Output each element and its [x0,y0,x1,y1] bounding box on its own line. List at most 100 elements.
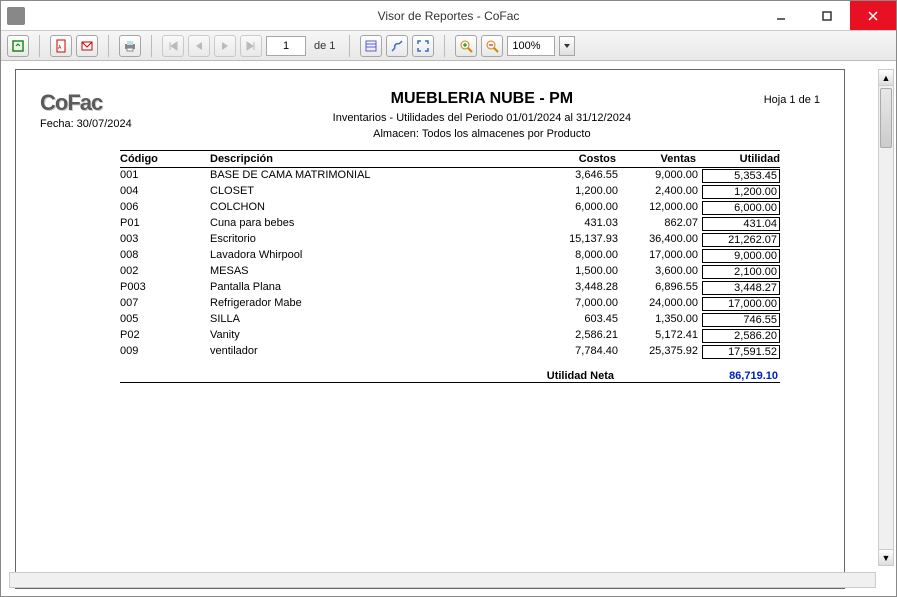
fullscreen-button[interactable] [412,35,434,57]
scroll-down-arrow[interactable]: ▼ [879,549,893,565]
cell-codigo: 004 [120,185,210,199]
cell-codigo: 006 [120,201,210,215]
pdf-icon: A [54,39,68,53]
app-icon [7,7,25,25]
cell-ventas: 862.07 [618,217,698,231]
table-row: 005SILLA603.451,350.00746.55 [120,312,780,328]
prev-icon [193,40,205,52]
zoom-in-icon [459,39,473,53]
minimize-icon [776,11,786,21]
zoom-input[interactable]: 100% [507,36,555,56]
cell-codigo: 005 [120,313,210,327]
print-button[interactable] [119,35,141,57]
window-buttons [758,1,896,30]
titlebar: Visor de Reportes - CoFac [1,1,896,31]
close-button[interactable] [850,1,896,30]
table-row: P003Pantalla Plana3,448.286,896.553,448.… [120,280,780,296]
company-name: MUEBLERIA NUBE - PM [200,90,764,108]
cell-costos: 3,448.28 [538,281,618,295]
cell-utilidad: 17,000.00 [702,297,780,311]
last-page-icon [245,40,257,52]
cofac-logo: CoFac [40,90,200,116]
cell-descripcion: Pantalla Plana [210,281,538,295]
cell-utilidad: 21,262.07 [702,233,780,247]
cell-utilidad: 746.55 [702,313,780,327]
net-row: Utilidad Neta 86,719.10 [120,370,780,383]
table-row: 002MESAS1,500.003,600.002,100.00 [120,264,780,280]
scroll-up-arrow[interactable]: ▲ [879,70,893,86]
cell-ventas: 24,000.00 [618,297,698,311]
report-subtitle: Inventarios - Utilidades del Periodo 01/… [200,112,764,124]
net-value: 86,719.10 [620,370,780,383]
cell-codigo: 001 [120,169,210,183]
header-costos: Costos [536,153,616,165]
cell-descripcion: Cuna para bebes [210,217,538,231]
cell-costos: 1,200.00 [538,185,618,199]
cell-ventas: 17,000.00 [618,249,698,263]
cell-codigo: 003 [120,233,210,247]
table-row: 003Escritorio15,137.9336,400.0021,262.07 [120,232,780,248]
cell-utilidad: 9,000.00 [702,249,780,263]
cell-descripcion: Vanity [210,329,538,343]
vertical-scrollbar[interactable]: ▲ ▼ [878,69,894,566]
table-header: Código Descripción Costos Ventas Utilida… [120,150,780,168]
net-label: Utilidad Neta [120,370,620,383]
cell-utilidad: 6,000.00 [702,201,780,215]
report-date: Fecha: 30/07/2024 [40,118,200,130]
close-icon [868,11,878,21]
prev-page-button[interactable] [188,35,210,57]
separator [151,35,152,57]
cell-descripcion: ventilador [210,345,538,359]
cell-ventas: 36,400.00 [618,233,698,247]
mail-button[interactable] [76,35,98,57]
maximize-button[interactable] [804,1,850,30]
table-row: 001BASE DE CAMA MATRIMONIAL3,646.559,000… [120,168,780,184]
zoom-out-button[interactable] [481,35,503,57]
cell-codigo: P01 [120,217,210,231]
horizontal-scrollbar[interactable] [9,572,876,588]
zoom-value: 100% [512,40,540,52]
zoom-in-button[interactable] [455,35,477,57]
table-row: 006COLCHON6,000.0012,000.006,000.00 [120,200,780,216]
header-center: MUEBLERIA NUBE - PM Inventarios - Utilid… [200,90,764,140]
report-viewport: CoFac Fecha: 30/07/2024 MUEBLERIA NUBE -… [1,61,896,596]
cell-costos: 2,586.21 [538,329,618,343]
export-icon [11,39,25,53]
page-label: Hoja 1 de 1 [764,94,820,106]
maximize-icon [822,11,832,21]
scroll-thumb[interactable] [880,88,892,148]
cell-costos: 431.03 [538,217,618,231]
layout-button[interactable] [360,35,382,57]
table-body: 001BASE DE CAMA MATRIMONIAL3,646.559,000… [120,168,780,360]
cell-ventas: 6,896.55 [618,281,698,295]
report-header: CoFac Fecha: 30/07/2024 MUEBLERIA NUBE -… [40,90,820,140]
separator [39,35,40,57]
last-page-button[interactable] [240,35,262,57]
cell-costos: 603.45 [538,313,618,327]
pdf-button[interactable]: A [50,35,72,57]
next-page-button[interactable] [214,35,236,57]
cell-utilidad: 2,100.00 [702,265,780,279]
tool-button-2[interactable] [386,35,408,57]
cell-codigo: 007 [120,297,210,311]
toolbar: A de 1 100% [1,31,896,61]
separator [349,35,350,57]
cell-descripcion: SILLA [210,313,538,327]
cell-ventas: 9,000.00 [618,169,698,183]
minimize-button[interactable] [758,1,804,30]
page-number-input[interactable] [266,36,306,56]
first-page-button[interactable] [162,35,184,57]
zoom-dropdown[interactable] [559,36,575,56]
header-descripcion: Descripción [210,153,536,165]
table-row: P02Vanity2,586.215,172.412,586.20 [120,328,780,344]
cell-ventas: 3,600.00 [618,265,698,279]
fullscreen-icon [416,39,430,53]
cell-ventas: 12,000.00 [618,201,698,215]
export-button[interactable] [7,35,29,57]
cell-codigo: P003 [120,281,210,295]
cell-utilidad: 17,591.52 [702,345,780,359]
next-icon [219,40,231,52]
cell-costos: 3,646.55 [538,169,618,183]
separator [108,35,109,57]
page-of-label: de 1 [314,40,335,52]
